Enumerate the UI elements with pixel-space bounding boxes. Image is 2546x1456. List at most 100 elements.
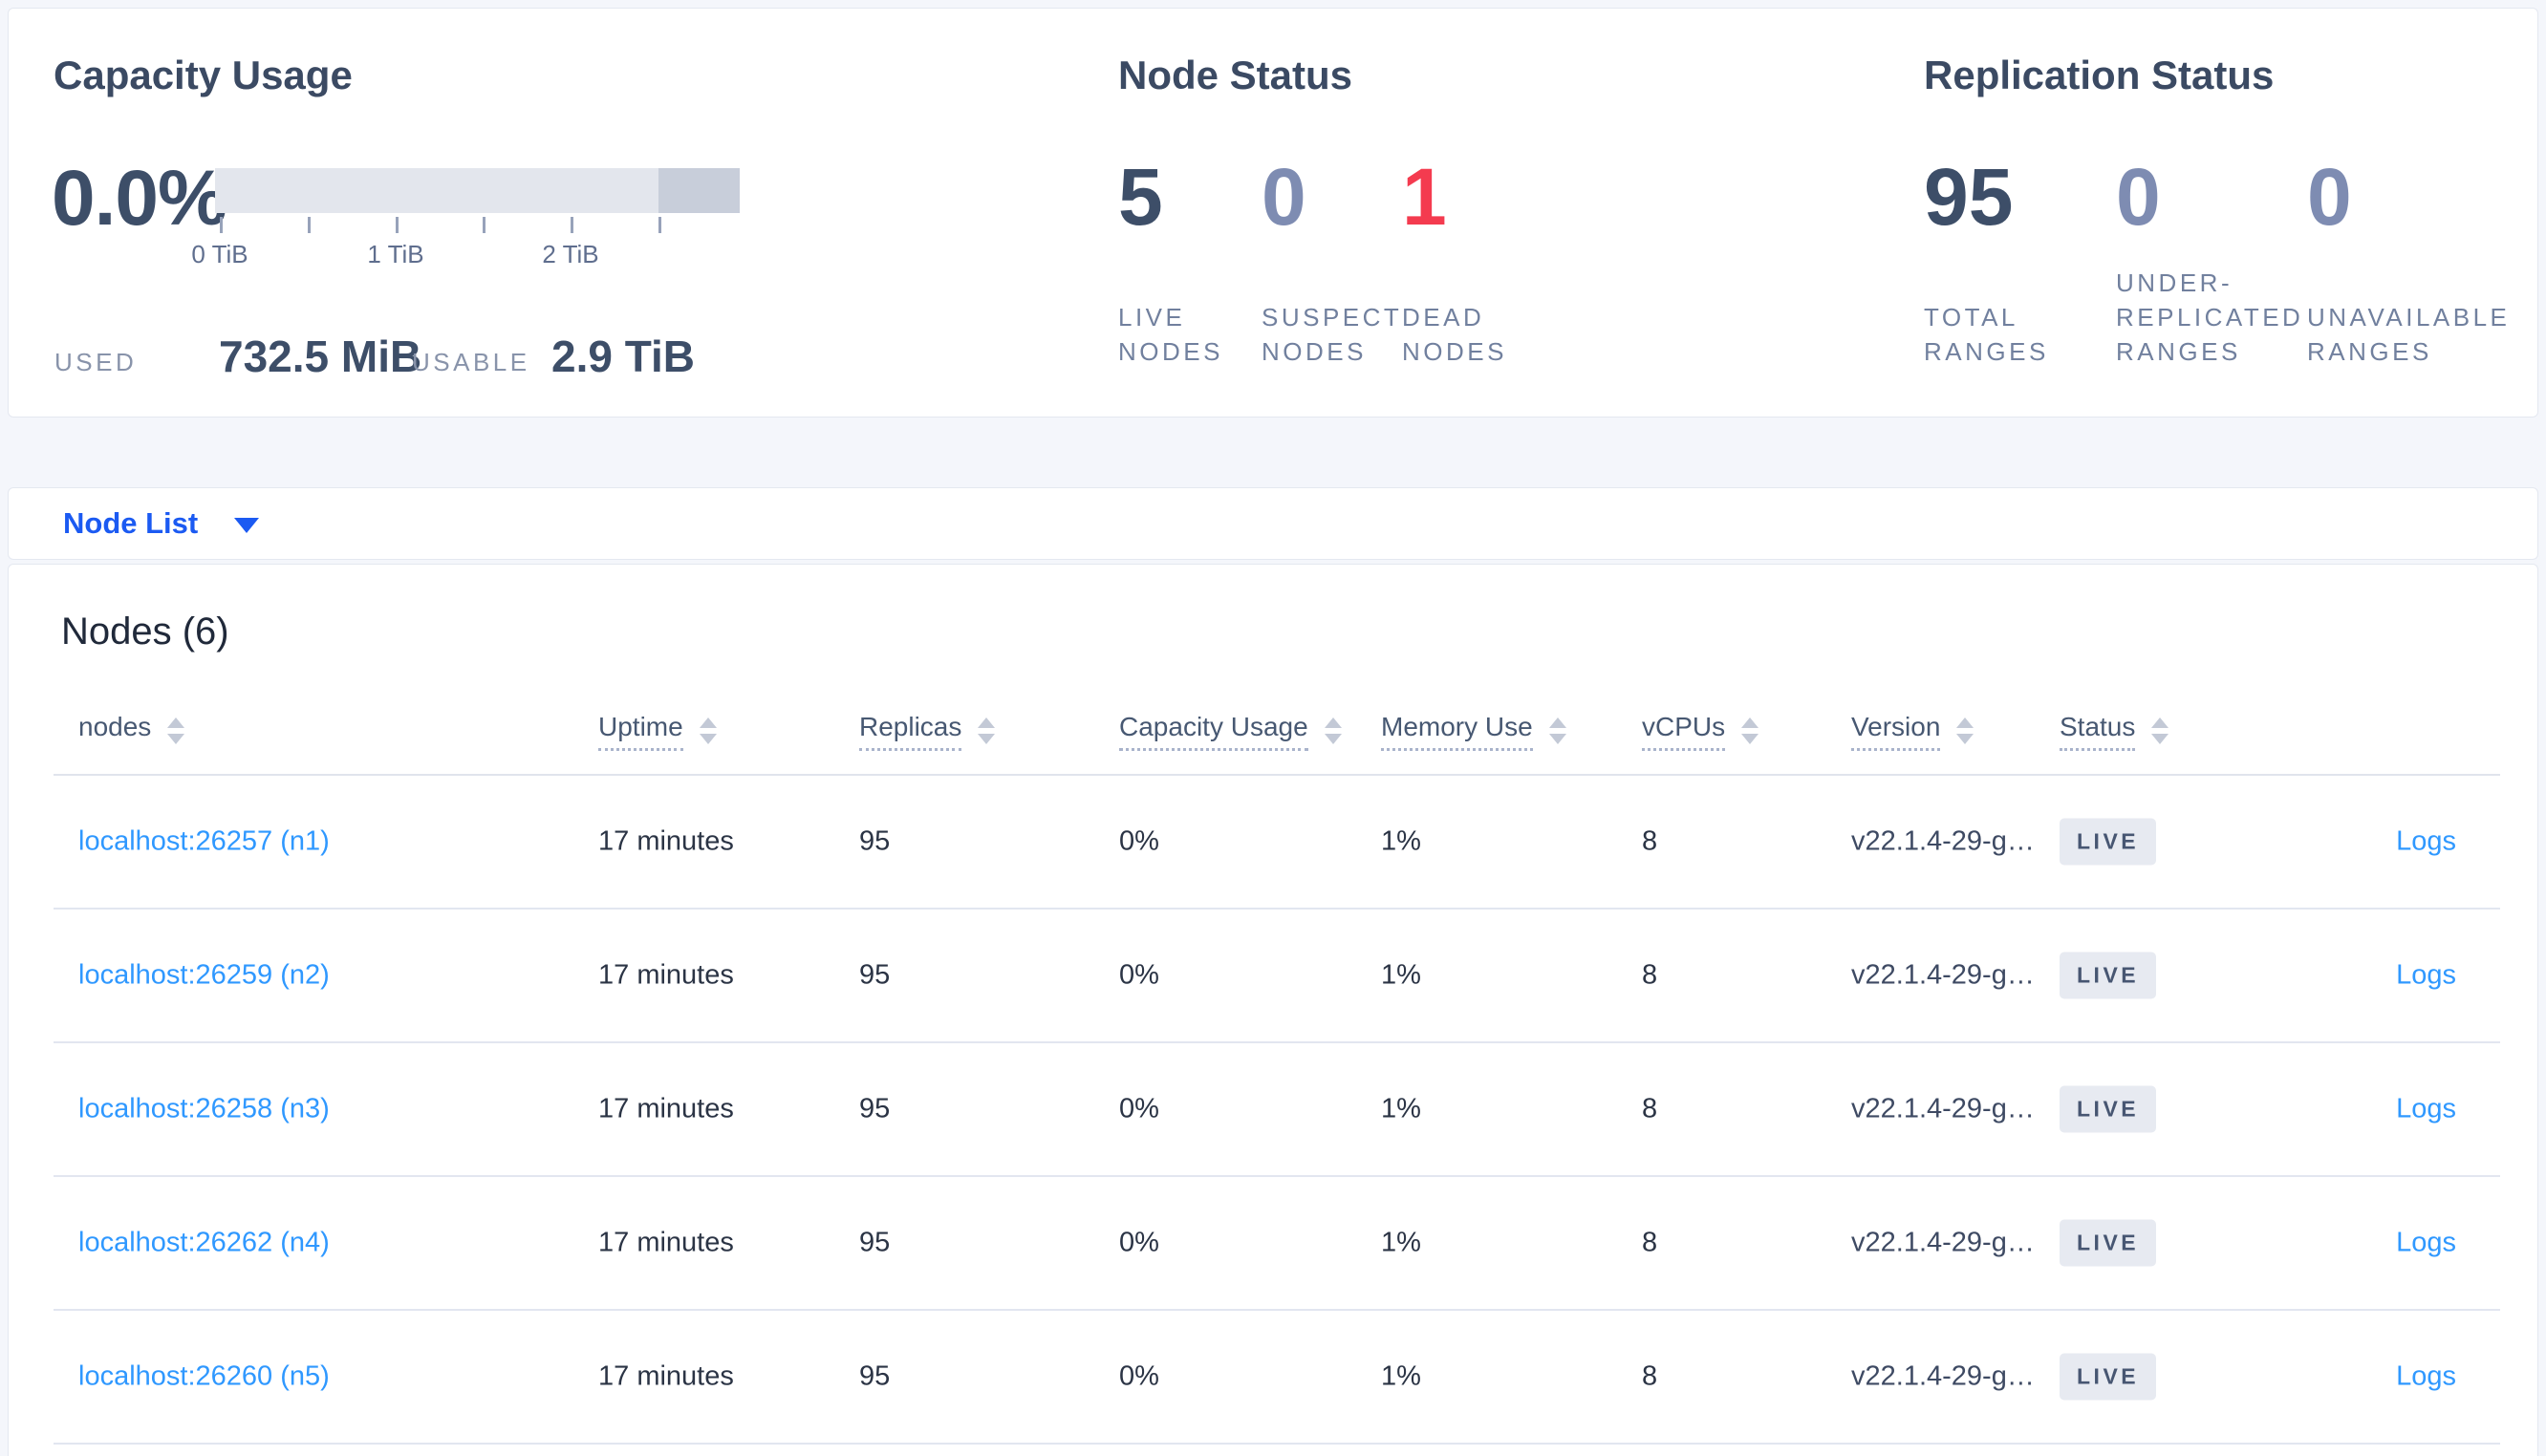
header-cell-nodes[interactable]: nodes (78, 712, 185, 748)
status-badge: LIVE (2060, 818, 2157, 866)
sort-desc-icon (1324, 734, 1342, 744)
capacity-usage-cell: 0% (1119, 959, 1159, 991)
table-row: localhost:26257 (n1) 17 minutes 95 0% 1% 8 v22… (54, 776, 2500, 910)
replication-stat-label: TOTAL RANGES (1924, 303, 2049, 366)
sort-asc-icon (1548, 717, 1566, 728)
header-label-memory: Memory Use (1381, 712, 1533, 751)
status-cell: LIVE (2060, 952, 2157, 999)
nodes-table-title: Nodes (6) (61, 610, 229, 653)
capacity-axis-tick (658, 217, 661, 233)
vcpus-cell: 8 (1642, 1093, 1658, 1124)
table-row: localhost:26259 (n2) 17 minutes 95 0% 1% 8 v22… (54, 910, 2500, 1043)
sort-asc-icon (167, 717, 185, 728)
status-badge: LIVE (2060, 1219, 2157, 1267)
vcpus-cell: 8 (1642, 825, 1658, 857)
header-cell-capacity[interactable]: Capacity Usage (1119, 712, 1342, 751)
sort-desc-icon (1548, 734, 1566, 744)
sort-desc-icon (167, 734, 185, 744)
memory-use-cell: 1% (1381, 825, 1421, 857)
header-label-version: Version (1851, 712, 1941, 751)
sort-arrows-icon[interactable] (1956, 717, 1974, 744)
sort-arrows-icon[interactable] (699, 717, 717, 744)
uptime-cell: 17 minutes (598, 1227, 734, 1258)
nodes-panel: Nodes (6) nodes Uptime Replicas Capacity Us… (8, 564, 2538, 1456)
capacity-usage-cell: 0% (1119, 1360, 1159, 1392)
vcpus-cell: 8 (1642, 1227, 1658, 1258)
nodes-table-body: localhost:26257 (n1) 17 minutes 95 0% 1% 8 v22… (54, 776, 2500, 1445)
capacity-axis-label: 1 TiB (367, 240, 424, 268)
node-status-stat-value: 1 (1402, 152, 1447, 242)
version-cell: v22.1.4-29-g… (1851, 1093, 2035, 1124)
replication-stat-value: 0 (2116, 152, 2161, 242)
chevron-down-icon (234, 518, 260, 533)
sort-asc-icon (1741, 717, 1759, 728)
node-link[interactable]: localhost:26258 (n3) (78, 1094, 330, 1125)
status-cell: LIVE (2060, 1353, 2157, 1401)
vcpus-cell: 8 (1642, 959, 1658, 991)
capacity-usage-cell: 0% (1119, 1227, 1159, 1258)
header-cell-version[interactable]: Version (1851, 712, 1974, 751)
sort-asc-icon (699, 717, 717, 728)
header-cell-vcpus[interactable]: vCPUs (1642, 712, 1759, 751)
header-label-status: Status (2060, 712, 2136, 751)
capacity-axis-label: 0 TiB (191, 240, 248, 268)
sort-arrows-icon[interactable] (1548, 717, 1566, 744)
sort-arrows-icon[interactable] (1741, 717, 1759, 744)
logs-link[interactable]: Logs (2396, 1361, 2456, 1393)
capacity-used-percent: 0.0% (52, 155, 227, 242)
status-cell: LIVE (2060, 1085, 2157, 1133)
sort-asc-icon (2151, 717, 2169, 728)
replication-stat-label: UNDER-REPLICATED RANGES (2116, 268, 2304, 366)
capacity-axis-tick (483, 217, 485, 233)
table-row: localhost:26260 (n5) 17 minutes 95 0% 1% 8 v22… (54, 1311, 2500, 1445)
sort-arrows-icon[interactable] (978, 717, 996, 744)
sort-arrows-icon[interactable] (2151, 717, 2169, 744)
version-cell: v22.1.4-29-g… (1851, 1227, 2035, 1258)
capacity-usage-bar (215, 168, 740, 213)
logs-link[interactable]: Logs (2396, 1228, 2456, 1259)
node-link[interactable]: localhost:26257 (n1) (78, 826, 330, 858)
replicas-cell: 95 (859, 1360, 891, 1392)
node-list-dropdown-label: Node List (63, 506, 199, 540)
node-status-stat-value: 5 (1118, 152, 1163, 242)
node-status-stat-value: 0 (1262, 152, 1306, 242)
node-link[interactable]: localhost:26262 (n4) (78, 1228, 330, 1259)
node-link[interactable]: localhost:26260 (n5) (78, 1361, 330, 1393)
status-badge: LIVE (2060, 1353, 2157, 1401)
used-value: 732.5 MiB (219, 332, 422, 381)
header-label-nodes: nodes (78, 712, 152, 741)
usable-label: USABLE (412, 348, 530, 376)
replication-status-title: Replication Status (1924, 53, 2275, 97)
vcpus-cell: 8 (1642, 1360, 1658, 1392)
header-cell-replicas[interactable]: Replicas (859, 712, 996, 751)
status-cell: LIVE (2060, 1219, 2157, 1267)
sort-arrows-icon[interactable] (167, 717, 185, 744)
memory-use-cell: 1% (1381, 959, 1421, 991)
sort-arrows-icon[interactable] (1324, 717, 1342, 744)
capacity-axis-label: 2 TiB (542, 240, 599, 268)
sort-asc-icon (1956, 717, 1974, 728)
version-cell: v22.1.4-29-g… (1851, 825, 2035, 857)
logs-link[interactable]: Logs (2396, 826, 2456, 858)
sort-desc-icon (978, 734, 996, 744)
header-label-capacity: Capacity Usage (1119, 712, 1308, 751)
capacity-axis-tick (308, 217, 311, 233)
status-badge: LIVE (2060, 952, 2157, 999)
capacity-usage-cell: 0% (1119, 1093, 1159, 1124)
header-cell-uptime[interactable]: Uptime (598, 712, 717, 751)
logs-link[interactable]: Logs (2396, 1094, 2456, 1125)
uptime-cell: 17 minutes (598, 825, 734, 857)
header-cell-status[interactable]: Status (2060, 712, 2169, 751)
table-row: localhost:26258 (n3) 17 minutes 95 0% 1% 8 v22… (54, 1043, 2500, 1177)
replicas-cell: 95 (859, 825, 891, 857)
node-status-stat-label: LIVE NODES (1118, 303, 1223, 366)
node-status-stat-label: DEAD NODES (1402, 303, 1507, 366)
sort-desc-icon (2151, 734, 2169, 744)
used-label: USED (54, 348, 138, 376)
header-label-replicas: Replicas (859, 712, 962, 751)
node-list-dropdown[interactable]: Node List (63, 506, 260, 541)
capacity-axis-tick (220, 217, 223, 233)
header-cell-memory[interactable]: Memory Use (1381, 712, 1566, 751)
logs-link[interactable]: Logs (2396, 960, 2456, 992)
node-link[interactable]: localhost:26259 (n2) (78, 960, 330, 992)
